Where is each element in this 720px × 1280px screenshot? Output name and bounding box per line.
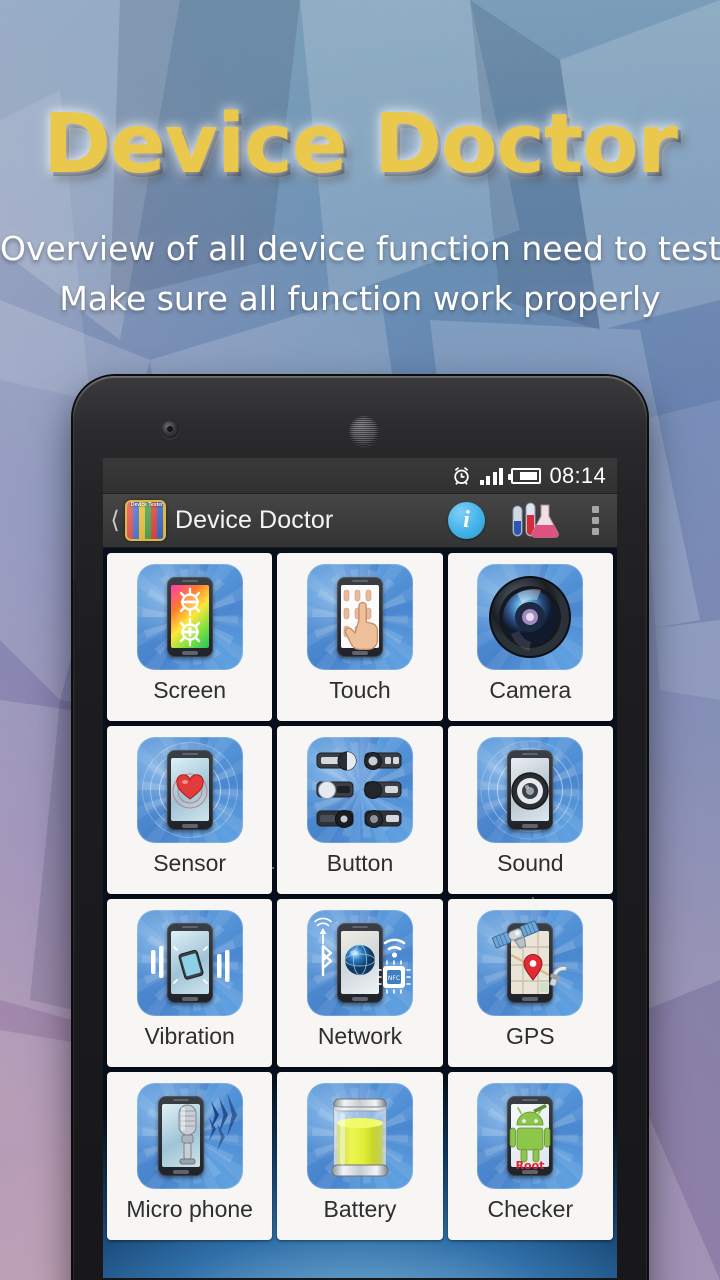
grid-row: Micro phone Battery Root Checker xyxy=(107,1072,613,1240)
tile-checker[interactable]: Root Checker xyxy=(447,1072,613,1240)
screen-brightness-icon xyxy=(136,564,243,670)
feature-grid: Screen Touch Camera Sensor Button Sound … xyxy=(103,548,617,1278)
app-launcher-icon[interactable]: Device Tester xyxy=(125,500,166,541)
tile-label: Touch xyxy=(329,677,391,703)
tile-battery[interactable]: Battery xyxy=(277,1072,443,1240)
test-tubes-icon[interactable] xyxy=(507,501,563,541)
action-bar: ⟨ Device Tester Device Doctor i xyxy=(103,494,617,548)
tile-touch[interactable]: Touch xyxy=(277,553,443,721)
tile-button[interactable]: Button xyxy=(277,726,443,894)
tile-label: Network xyxy=(317,1023,403,1049)
tile-network[interactable]: NFC Network xyxy=(277,899,443,1067)
alarm-clock-icon xyxy=(451,465,472,486)
tile-screen[interactable]: Screen xyxy=(107,553,273,721)
grid-row: Sensor Button Sound xyxy=(107,726,613,894)
tile-vibration[interactable]: Vibration xyxy=(107,899,273,1067)
tile-label: Micro phone xyxy=(126,1196,253,1222)
promo-tagline: Overview of all device function need to … xyxy=(0,224,720,324)
tile-label: Vibration xyxy=(144,1023,235,1049)
tile-label: Checker xyxy=(487,1196,574,1222)
tile-label: GPS xyxy=(506,1023,555,1049)
tile-microphone[interactable]: Micro phone xyxy=(107,1072,273,1240)
status-bar: 08:14 xyxy=(103,458,617,494)
tile-gps[interactable]: GPS xyxy=(447,899,613,1067)
app-content: Screen Touch Camera Sensor Button Sound … xyxy=(103,548,617,1278)
tile-label: Sensor xyxy=(153,850,227,876)
network-globe-icon: NFC xyxy=(306,910,413,1016)
tile-sound[interactable]: Sound xyxy=(447,726,613,894)
microphone-icon xyxy=(136,1083,243,1189)
back-chevron-icon[interactable]: ⟨ xyxy=(106,508,124,533)
info-circle-icon[interactable]: i xyxy=(448,502,485,539)
info-label: i xyxy=(463,507,470,533)
app-icon-caption: Device Tester xyxy=(130,502,163,508)
earpiece-speaker-icon xyxy=(349,416,379,446)
overflow-menu-icon[interactable] xyxy=(577,506,613,535)
svg-text:NFC: NFC xyxy=(388,975,400,982)
phone-side-button xyxy=(73,581,76,677)
tagline-line-2: Make sure all function work properly xyxy=(59,279,661,319)
tile-label: Screen xyxy=(153,677,227,703)
android-root-checker-icon: Root xyxy=(477,1083,584,1189)
battery-icon xyxy=(508,467,542,484)
promo-header: Device Doctor Overview of all device fun… xyxy=(0,0,720,324)
front-camera-icon xyxy=(161,420,179,438)
sensor-heart-icon xyxy=(136,737,243,843)
svg-text:Root: Root xyxy=(516,1159,545,1172)
touch-hand-icon xyxy=(306,564,413,670)
signal-bars-icon xyxy=(479,467,504,485)
phone-screen: 08:14 ⟨ Device Tester Device Doctor i Sc… xyxy=(103,458,617,1278)
camera-lens-icon xyxy=(477,564,584,670)
tile-label: Battery xyxy=(323,1196,397,1222)
page-title: Device Doctor xyxy=(43,97,678,192)
status-bar-clock: 08:14 xyxy=(549,462,606,488)
tile-label: Camera xyxy=(489,677,572,703)
tile-sensor[interactable]: Sensor xyxy=(107,726,273,894)
grid-row: Screen Touch Camera xyxy=(107,553,613,721)
grid-row: Vibration NFC Network GPS xyxy=(107,899,613,1067)
speaker-sound-icon xyxy=(477,737,584,843)
tile-label: Sound xyxy=(497,850,564,876)
tile-label: Button xyxy=(326,850,394,876)
app-title: Device Doctor xyxy=(175,506,334,534)
hardware-buttons-icon xyxy=(306,737,413,843)
tagline-line-1: Overview of all device function need to … xyxy=(0,229,720,268)
vibration-icon xyxy=(136,910,243,1016)
phone-mockup: 08:14 ⟨ Device Tester Device Doctor i Sc… xyxy=(73,376,647,1280)
tile-camera[interactable]: Camera xyxy=(447,553,613,721)
gps-satellite-icon xyxy=(477,910,584,1016)
battery-fill-icon xyxy=(306,1083,413,1189)
